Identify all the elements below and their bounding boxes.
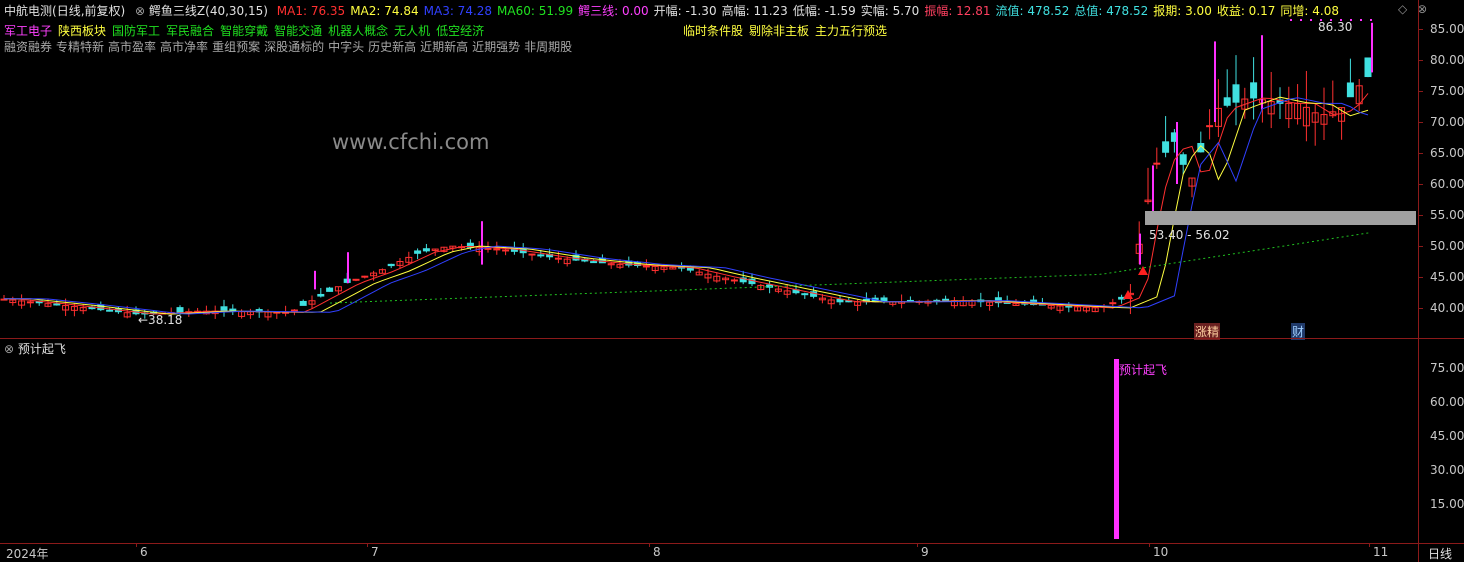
price-tick: 45.00 xyxy=(1430,270,1464,284)
price-tick: 80.00 xyxy=(1430,53,1464,67)
ma3-line xyxy=(4,97,1369,315)
price-tick: 60.00 xyxy=(1430,177,1464,191)
ma60-line xyxy=(329,232,1371,304)
time-tick: 9 xyxy=(921,545,929,559)
candle-body xyxy=(299,300,307,306)
dot-marker xyxy=(1290,19,1292,21)
candle-body xyxy=(1162,141,1170,153)
low-price-label: ←38.18 xyxy=(138,313,183,327)
price-chart[interactable] xyxy=(0,0,1418,338)
price-tick: 75.00 xyxy=(1430,84,1464,98)
candle-body xyxy=(26,301,34,304)
candle-body xyxy=(414,250,422,254)
candle-body xyxy=(53,303,61,306)
candle-body xyxy=(1179,154,1187,165)
buy-signal-icon xyxy=(1138,266,1148,275)
indicator-tick: 15.00 xyxy=(1430,497,1464,511)
time-tick: 10 xyxy=(1153,545,1169,559)
price-tick: 40.00 xyxy=(1430,301,1464,315)
price-tick: 50.00 xyxy=(1430,239,1464,253)
indicator-tick: 30.00 xyxy=(1430,463,1464,477)
candle-body xyxy=(642,265,650,268)
candle-body xyxy=(554,257,562,260)
time-tick: 6 xyxy=(140,545,148,559)
ma1-line xyxy=(4,93,1369,315)
candle-body xyxy=(730,279,738,282)
time-tick: 11 xyxy=(1373,545,1389,559)
candle-body xyxy=(1223,97,1231,106)
candle-body xyxy=(317,293,325,297)
time-tick: 8 xyxy=(653,545,661,559)
candle-body xyxy=(352,278,360,281)
signal-label: 预计起飞 xyxy=(1119,363,1168,377)
price-tick: 55.00 xyxy=(1430,208,1464,222)
dot-marker xyxy=(1300,19,1302,21)
candle-body xyxy=(1206,125,1214,128)
candle-body xyxy=(942,298,950,302)
candle-body xyxy=(1232,84,1240,103)
candle-body xyxy=(106,309,114,312)
candle-body xyxy=(290,309,298,312)
price-tick: 65.00 xyxy=(1430,146,1464,160)
indicator-chart[interactable] xyxy=(0,339,1418,543)
candle-body xyxy=(1364,57,1372,78)
dot-marker xyxy=(1310,19,1312,21)
candle-body xyxy=(387,263,395,267)
candle-body xyxy=(801,293,809,296)
time-tick: 2024年 xyxy=(6,547,49,561)
candle-body xyxy=(0,298,8,301)
candle-body xyxy=(422,248,430,252)
candle-body xyxy=(590,261,598,264)
signal-bar xyxy=(1114,359,1119,539)
candle-body xyxy=(528,253,536,256)
support-band xyxy=(1145,211,1416,225)
candle-body xyxy=(484,247,492,250)
candle-body xyxy=(1109,302,1117,305)
candle-body xyxy=(1153,162,1161,165)
price-tick: 85.00 xyxy=(1430,22,1464,36)
dot-marker xyxy=(1370,19,1372,21)
indicator-tick: 45.00 xyxy=(1430,429,1464,443)
period-switch-button[interactable]: 日线 xyxy=(1428,545,1452,562)
candle-body xyxy=(598,257,606,264)
indicator-tick: 75.00 xyxy=(1430,361,1464,375)
time-tick: 7 xyxy=(371,545,379,559)
dot-marker xyxy=(1360,19,1362,21)
candle-body xyxy=(1346,82,1354,98)
price-tick: 70.00 xyxy=(1430,115,1464,129)
range-label: 53.40 - 56.02 xyxy=(1149,228,1230,242)
candle-body xyxy=(502,249,510,252)
ma2-line xyxy=(4,96,1369,315)
high-price-label: 86.30 xyxy=(1318,20,1353,34)
candle-body xyxy=(537,254,545,257)
indicator-tick: 60.00 xyxy=(1430,395,1464,409)
candle-body xyxy=(326,287,334,292)
candle-body xyxy=(493,248,501,251)
candle-body xyxy=(176,307,184,313)
candle-body xyxy=(1250,82,1258,99)
candle-body xyxy=(361,275,369,278)
candle-body xyxy=(836,298,844,303)
